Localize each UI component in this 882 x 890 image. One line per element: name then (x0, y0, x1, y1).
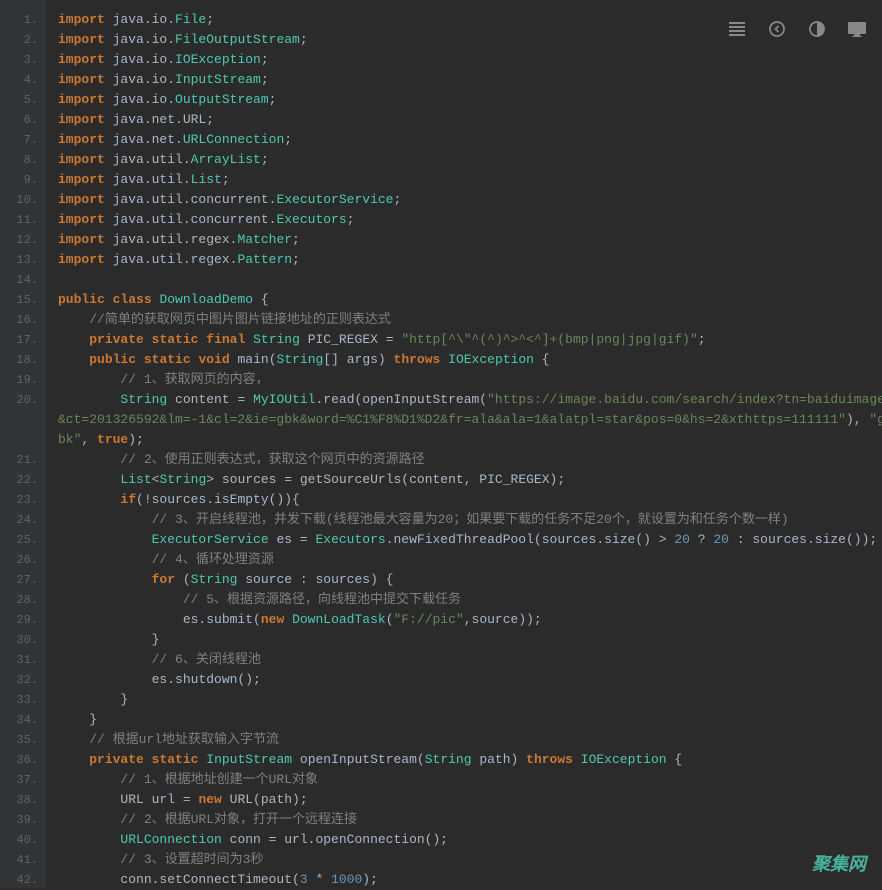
line-number: 30. (0, 630, 38, 650)
code-line: // 1、根据地址创建一个URL对象 (58, 770, 882, 790)
code-line: import java.util.regex.Pattern; (58, 250, 882, 270)
watermark: 聚集网 (812, 850, 866, 876)
code-line: ExecutorService es = Executors.newFixedT… (58, 530, 882, 550)
list-icon[interactable] (728, 20, 746, 38)
line-number: 24. (0, 510, 38, 530)
code-line: conn.setConnectTimeout(3 * 1000); (58, 870, 882, 888)
line-number: 34. (0, 710, 38, 730)
code-line: if(!sources.isEmpty()){ (58, 490, 882, 510)
code-line: // 2、使用正则表达式，获取这个网页中的资源路径 (58, 450, 882, 470)
code-line: // 5、根据资源路径，向线程池中提交下载任务 (58, 590, 882, 610)
line-number: 29. (0, 610, 38, 630)
contrast-icon[interactable] (808, 20, 826, 38)
code-line: import java.net.URLConnection; (58, 130, 882, 150)
code-line: for (String source : sources) { (58, 570, 882, 590)
line-number: 13. (0, 250, 38, 270)
line-number: 5. (0, 90, 38, 110)
code-line: public static void main(String[] args) t… (58, 350, 882, 370)
code-line: public class DownloadDemo { (58, 290, 882, 310)
line-number: 40. (0, 830, 38, 850)
line-number: 20. (0, 390, 38, 410)
line-number: 38. (0, 790, 38, 810)
code-line: String content = MyIOUtil.read(openInput… (58, 390, 882, 410)
code-line: //简单的获取网页中图片图片链接地址的正则表达式 (58, 310, 882, 330)
line-number-gutter: 1.2.3.4.5.6.7.8.9.10.11.12.13.14.15.16.1… (0, 0, 46, 888)
code-line: import java.util.List; (58, 170, 882, 190)
line-number: 39. (0, 810, 38, 830)
code-line: URLConnection conn = url.openConnection(… (58, 830, 882, 850)
line-number: 18. (0, 350, 38, 370)
code-line: import java.net.URL; (58, 110, 882, 130)
code-line: // 根据url地址获取输入字节流 (58, 730, 882, 750)
line-number: 17. (0, 330, 38, 350)
line-number: 14. (0, 270, 38, 290)
code-line: private static final String PIC_REGEX = … (58, 330, 882, 350)
code-line: import java.util.regex.Matcher; (58, 230, 882, 250)
line-number: 37. (0, 770, 38, 790)
line-number (0, 430, 38, 450)
code-line: import java.io.IOException; (58, 50, 882, 70)
code-line: // 1、获取网页的内容， (58, 370, 882, 390)
line-number: 15. (0, 290, 38, 310)
code-line: import java.util.concurrent.Executors; (58, 210, 882, 230)
line-number: 7. (0, 130, 38, 150)
code-line: } (58, 630, 882, 650)
code-area[interactable]: import java.io.File;import java.io.FileO… (46, 0, 882, 888)
code-line: } (58, 690, 882, 710)
line-number: 9. (0, 170, 38, 190)
line-number: 26. (0, 550, 38, 570)
line-number: 10. (0, 190, 38, 210)
line-number: 2. (0, 30, 38, 50)
line-number (0, 410, 38, 430)
line-number: 31. (0, 650, 38, 670)
code-line: URL url = new URL(path); (58, 790, 882, 810)
code-line: // 6、关闭线程池 (58, 650, 882, 670)
line-number: 41. (0, 850, 38, 870)
toolbar (728, 20, 866, 38)
code-line: // 3、设置超时间为3秒 (58, 850, 882, 870)
code-line: import java.util.concurrent.ExecutorServ… (58, 190, 882, 210)
line-number: 19. (0, 370, 38, 390)
line-number: 42. (0, 870, 38, 890)
line-number: 4. (0, 70, 38, 90)
line-number: 23. (0, 490, 38, 510)
line-number: 16. (0, 310, 38, 330)
code-line: private static InputStream openInputStre… (58, 750, 882, 770)
line-number: 6. (0, 110, 38, 130)
display-icon[interactable] (848, 20, 866, 38)
line-number: 32. (0, 670, 38, 690)
code-line: // 4、循环处理资源 (58, 550, 882, 570)
code-line: // 3、开启线程池，并发下载(线程池最大容量为20；如果要下载的任务不足20个… (58, 510, 882, 530)
line-number: 33. (0, 690, 38, 710)
code-line: import java.io.OutputStream; (58, 90, 882, 110)
code-line: // 2、根据URL对象，打开一个远程连接 (58, 810, 882, 830)
code-line: import java.io.InputStream; (58, 70, 882, 90)
line-number: 36. (0, 750, 38, 770)
line-number: 21. (0, 450, 38, 470)
line-number: 28. (0, 590, 38, 610)
code-line: import java.util.ArrayList; (58, 150, 882, 170)
code-line: } (58, 710, 882, 730)
back-icon[interactable] (768, 20, 786, 38)
code-line: &ct=201326592&lm=-1&cl=2&ie=gbk&word=%C1… (58, 410, 882, 430)
line-number: 11. (0, 210, 38, 230)
code-line (58, 270, 882, 290)
line-number: 27. (0, 570, 38, 590)
line-number: 3. (0, 50, 38, 70)
line-number: 35. (0, 730, 38, 750)
line-number: 1. (0, 10, 38, 30)
code-line: es.submit(new DownLoadTask("F://pic",sou… (58, 610, 882, 630)
line-number: 22. (0, 470, 38, 490)
editor-container: 1.2.3.4.5.6.7.8.9.10.11.12.13.14.15.16.1… (0, 0, 882, 888)
line-number: 12. (0, 230, 38, 250)
code-line: List<String> sources = getSourceUrls(con… (58, 470, 882, 490)
code-line: bk", true); (58, 430, 882, 450)
code-line: es.shutdown(); (58, 670, 882, 690)
line-number: 25. (0, 530, 38, 550)
line-number: 8. (0, 150, 38, 170)
